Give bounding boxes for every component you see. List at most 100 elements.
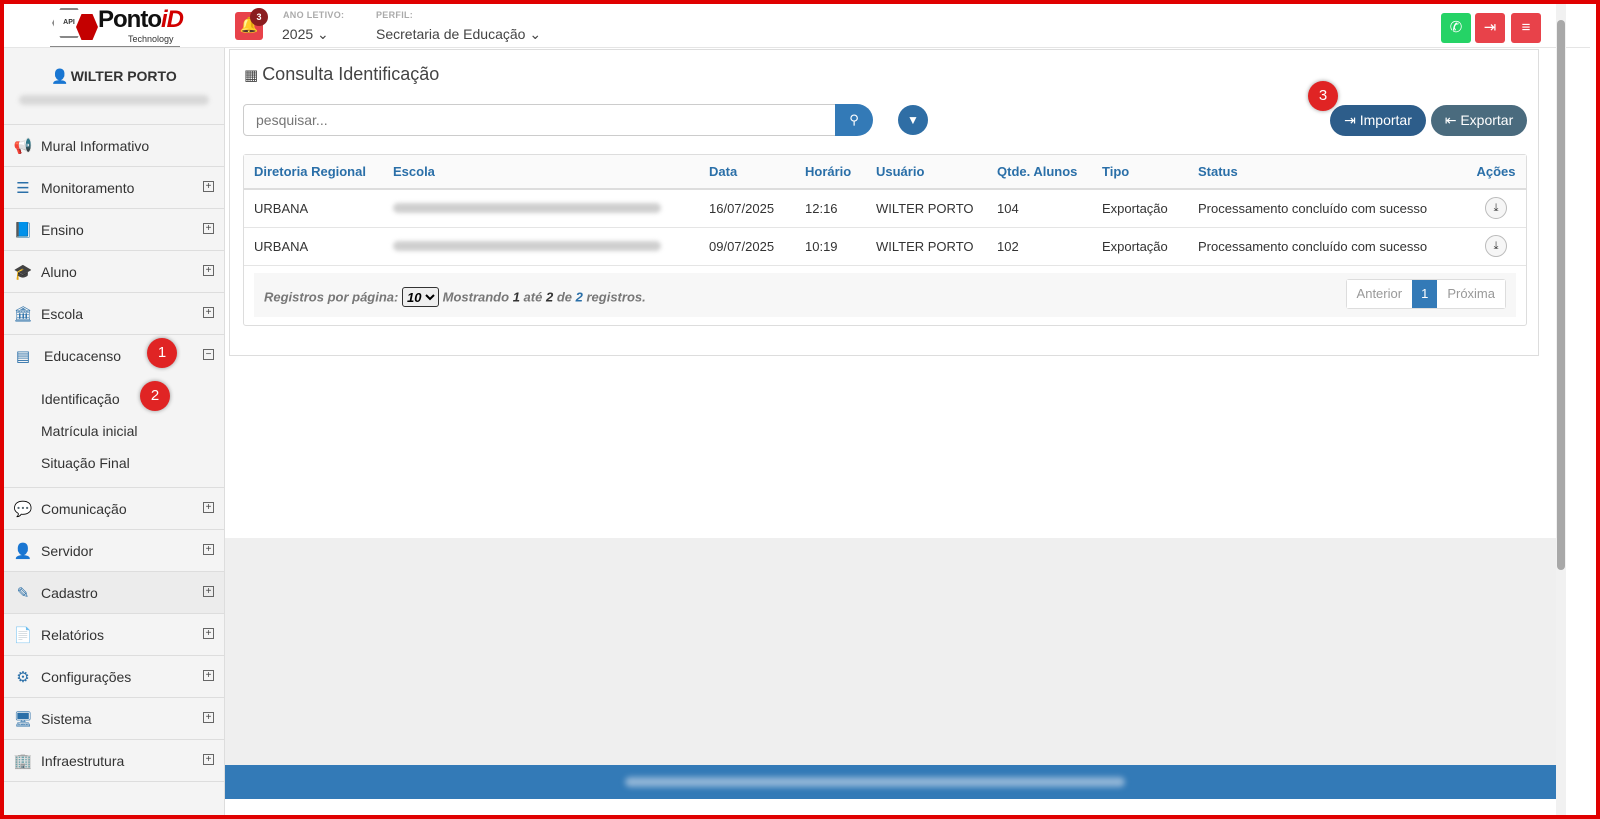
- perfil-label: PERFIL:: [376, 10, 414, 20]
- col-escola[interactable]: Escola: [383, 155, 699, 190]
- sidebar-item-ensino[interactable]: 📘 Ensino +: [4, 209, 224, 251]
- per-page-select[interactable]: 10: [401, 287, 439, 307]
- gear-icon: ⚙: [16, 668, 30, 686]
- sidebar-item-mural-informativo[interactable]: 📢 Mural Informativo: [4, 125, 224, 167]
- page-title: ▦ Consulta Identificação: [244, 64, 440, 84]
- pagination-info: Registros por página: 10 Mostrando 1 até…: [264, 287, 646, 307]
- download-icon[interactable]: ⤓: [1485, 235, 1507, 257]
- logo-subtitle: Technology: [128, 34, 174, 44]
- col-usuario[interactable]: Usuário: [866, 155, 987, 190]
- table-row: URBANA 16/07/2025 12:16 WILTER PORTO 104…: [244, 189, 1526, 228]
- expand-icon[interactable]: +: [203, 628, 214, 639]
- consulta-panel: ▦Consulta Identificação ⚲ ▼ ⇥ Importar ⇤…: [229, 49, 1539, 356]
- expand-icon[interactable]: +: [203, 223, 214, 234]
- expand-icon[interactable]: +: [203, 502, 214, 513]
- annotation-badge-1: 1: [147, 338, 177, 368]
- logo-text: PontoiD: [98, 6, 184, 33]
- sidebar: 👤 WILTER PORTO 📢 Mural Informativo ☰ Monito…: [4, 48, 225, 815]
- building-icon: 🏢: [13, 752, 33, 770]
- import-button[interactable]: ⇥ Importar: [1330, 105, 1426, 136]
- content-background: [225, 538, 1556, 765]
- expand-icon[interactable]: +: [203, 544, 214, 555]
- logo[interactable]: API PontoiD Technology: [40, 4, 184, 48]
- monitor-icon: 🖥: [13, 710, 33, 728]
- pagination-page-1[interactable]: 1: [1412, 280, 1438, 308]
- export-button[interactable]: ⇤ Exportar: [1431, 105, 1527, 136]
- annotation-badge-2: 2: [140, 381, 170, 411]
- user-icon: 👤: [13, 542, 33, 560]
- expand-icon[interactable]: +: [203, 181, 214, 192]
- collapse-icon[interactable]: −: [203, 349, 214, 360]
- col-status[interactable]: Status: [1188, 155, 1466, 190]
- file-text-icon: 📄: [13, 626, 33, 644]
- megaphone-icon: 📢: [13, 137, 33, 155]
- footer: [225, 765, 1556, 799]
- top-bar: API PontoiD Technology 🔔 3 ANO LETIVO: 2…: [4, 4, 1590, 48]
- filter-button[interactable]: ▼: [898, 105, 928, 135]
- col-horario[interactable]: Horário: [795, 155, 866, 190]
- results-table: Diretoria Regional Escola Data Horário U…: [243, 154, 1527, 326]
- educacenso-submenu: Identificação Matrícula inicial Situação…: [4, 377, 224, 488]
- expand-icon[interactable]: +: [203, 670, 214, 681]
- search-icon: ⚲: [849, 112, 859, 127]
- sidebar-item-educacenso[interactable]: ▤ Educacenso −: [4, 335, 224, 377]
- sign-out-icon[interactable]: ⇥: [1475, 13, 1505, 43]
- pagination-prev[interactable]: Anterior: [1346, 280, 1413, 308]
- user-details-blurred: [19, 95, 209, 105]
- user-name: 👤 WILTER PORTO: [51, 68, 177, 84]
- download-icon[interactable]: ⤓: [1485, 197, 1507, 220]
- table-row: URBANA 09/07/2025 10:19 WILTER PORTO 102…: [244, 227, 1526, 266]
- edit-icon: ✎: [16, 584, 30, 602]
- logo-underline: [50, 46, 180, 47]
- expand-icon[interactable]: +: [203, 712, 214, 723]
- sidebar-item-comunicacao[interactable]: 💬 Comunicação +: [4, 488, 224, 530]
- expand-icon[interactable]: +: [203, 754, 214, 765]
- ano-letivo-select[interactable]: 2025 ⌄: [282, 26, 329, 43]
- filter-icon: ▼: [907, 113, 919, 127]
- sidebar-item-sistema[interactable]: 🖥 Sistema +: [4, 698, 224, 740]
- sidebar-item-cadastro[interactable]: ✎ Cadastro +: [4, 572, 224, 614]
- sidebar-item-configuracoes[interactable]: ⚙ Configurações +: [4, 656, 224, 698]
- search-input[interactable]: [243, 104, 836, 136]
- sidebar-item-servidor[interactable]: 👤 Servidor +: [4, 530, 224, 572]
- sliders-icon: ☰: [16, 179, 30, 197]
- expand-icon[interactable]: +: [203, 307, 214, 318]
- notification-count-badge: 3: [250, 8, 268, 26]
- annotation-badge-3: 3: [1308, 81, 1338, 111]
- newspaper-icon: ▤: [15, 348, 31, 365]
- col-data[interactable]: Data: [699, 155, 795, 190]
- hamburger-icon[interactable]: ≡: [1511, 13, 1541, 43]
- escola-blurred: [383, 227, 699, 266]
- sidebar-item-monitoramento[interactable]: ☰ Monitoramento +: [4, 167, 224, 209]
- expand-icon[interactable]: +: [203, 265, 214, 276]
- graduation-cap-icon: 🎓: [13, 263, 33, 281]
- table-header-row: Diretoria Regional Escola Data Horário U…: [244, 155, 1526, 190]
- perfil-select[interactable]: Secretaria de Educação ⌄: [376, 26, 541, 43]
- sidebar-item-aluno[interactable]: 🎓 Aluno +: [4, 251, 224, 293]
- sidebar-item-relatorios[interactable]: 📄 Relatórios +: [4, 614, 224, 656]
- submenu-item-matricula-inicial[interactable]: Matrícula inicial: [4, 415, 224, 447]
- col-qtde-alunos[interactable]: Qtde. Alunos: [987, 155, 1092, 190]
- submenu-item-situacao-final[interactable]: Situação Final: [4, 447, 224, 479]
- whatsapp-icon[interactable]: ✆: [1441, 13, 1471, 43]
- sign-out-icon: ⇤: [1444, 112, 1461, 128]
- pagination: Anterior 1 Próxima: [1345, 279, 1506, 309]
- sidebar-item-escola[interactable]: 🏛 Escola +: [4, 293, 224, 335]
- search-button[interactable]: ⚲: [835, 104, 873, 136]
- book-icon: 📘: [13, 221, 33, 239]
- table-footer: Registros por página: 10 Mostrando 1 até…: [254, 273, 1516, 317]
- chat-bubble-icon: 💬: [13, 500, 33, 518]
- col-acoes: Ações: [1466, 155, 1526, 190]
- col-diretoria-regional[interactable]: Diretoria Regional: [244, 155, 383, 190]
- institution-icon: 🏛: [13, 305, 33, 323]
- user-icon: 👤: [51, 68, 69, 84]
- scrollbar-thumb[interactable]: [1557, 20, 1565, 570]
- submenu-item-identificacao[interactable]: Identificação: [4, 383, 224, 415]
- escola-blurred: [383, 189, 699, 228]
- table-icon: ▦: [244, 67, 259, 84]
- col-tipo[interactable]: Tipo: [1092, 155, 1188, 190]
- expand-icon[interactable]: +: [203, 586, 214, 597]
- user-box: 👤 WILTER PORTO: [4, 48, 224, 125]
- pagination-next[interactable]: Próxima: [1437, 280, 1505, 308]
- sidebar-item-infraestrutura[interactable]: 🏢 Infraestrutura +: [4, 740, 224, 782]
